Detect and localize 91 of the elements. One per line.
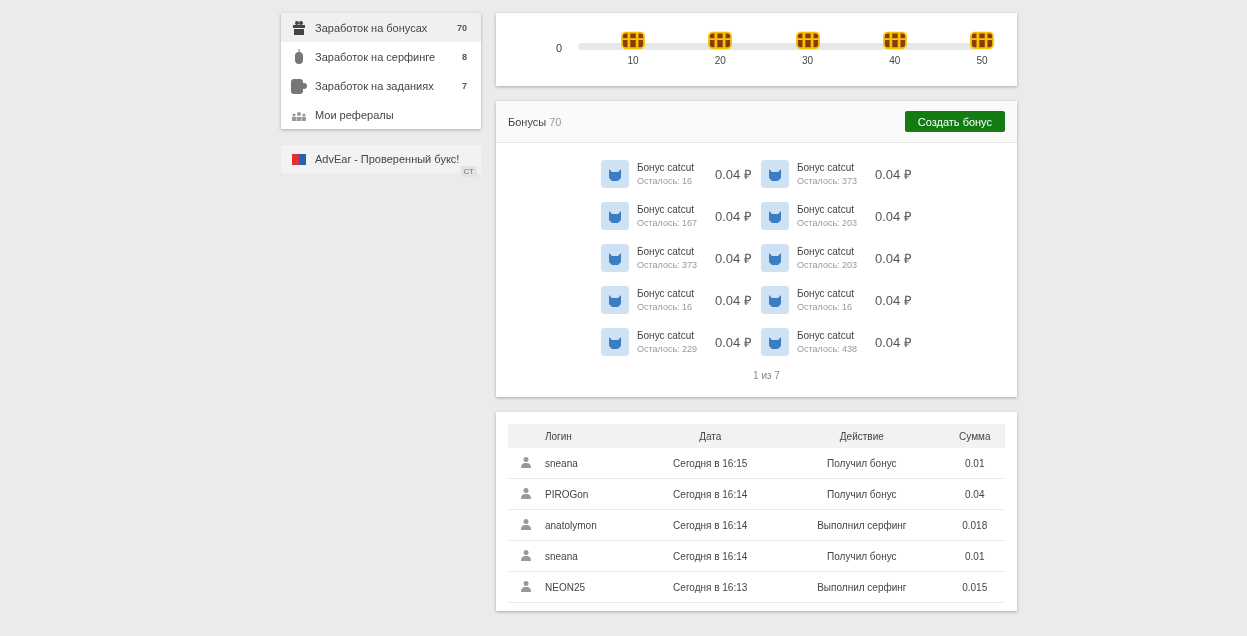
pagination-label: 1 из 7 bbox=[752, 370, 781, 381]
milestone-label: 30 bbox=[801, 55, 814, 66]
create-bonus-button[interactable]: Создать бонус bbox=[904, 111, 1005, 132]
gift-icon bbox=[291, 19, 307, 36]
bonus-price: 0.04 ₽ bbox=[715, 292, 752, 309]
cat-icon bbox=[601, 202, 629, 230]
chest-icon bbox=[706, 29, 735, 51]
bonus-remaining: Осталось: 229 bbox=[637, 344, 699, 354]
cat-icon bbox=[761, 244, 789, 272]
user-icon bbox=[520, 518, 532, 530]
table-cell: Выполнил серфинг bbox=[779, 571, 945, 603]
bonus-name[interactable]: Бонус catcut bbox=[797, 288, 867, 299]
table-cell: Получил бонус bbox=[779, 448, 945, 479]
sidebar-item[interactable]: Мои рефералы bbox=[281, 100, 481, 129]
chest-icon bbox=[968, 29, 996, 51]
bonus-remaining: Осталось: 373 bbox=[637, 260, 699, 270]
bonus-price: 0.04 ₽ bbox=[875, 166, 912, 183]
bonus-name[interactable]: Бонус catcut bbox=[797, 162, 867, 173]
milestone-label: 40 bbox=[889, 55, 901, 66]
table-cell: Сегодня в 16:13 bbox=[641, 571, 780, 603]
table-cell: 0.04 bbox=[944, 478, 1005, 510]
sidebar-item[interactable]: Заработок на серфинге 8 bbox=[281, 42, 481, 71]
bonus-price: 0.04 ₽ bbox=[715, 250, 752, 267]
table-cell: Сегодня в 16:14 bbox=[641, 509, 780, 541]
bonus-remaining: Осталось: 203 bbox=[797, 260, 859, 270]
ad-tag: СТ bbox=[460, 166, 477, 177]
column-header: Логин bbox=[544, 424, 642, 448]
bonus-remaining: Осталось: 438 bbox=[797, 344, 859, 354]
cat-icon bbox=[601, 244, 629, 272]
chest-icon bbox=[880, 29, 909, 51]
table-cell: Сегодня в 16:15 bbox=[641, 448, 780, 479]
table-cell: Сегодня в 16:14 bbox=[641, 478, 780, 510]
bonus-name[interactable]: Бонус catcut bbox=[797, 204, 867, 215]
bonus-remaining: Осталось: 16 bbox=[637, 302, 694, 312]
bonus-name[interactable]: Бонус catcut bbox=[797, 330, 867, 341]
table-cell: PIROGon bbox=[544, 478, 642, 510]
table-cell: Получил бонус bbox=[779, 540, 945, 572]
column-header: Сумма bbox=[944, 424, 1005, 448]
bonus-name[interactable]: Бонус catcut bbox=[637, 162, 707, 173]
cup-icon bbox=[291, 77, 307, 94]
table-cell: 0.01 bbox=[944, 448, 1005, 479]
user-icon bbox=[520, 549, 532, 561]
chest-icon bbox=[793, 29, 822, 51]
sidebar-item[interactable]: Заработок на бонусах 70 bbox=[281, 13, 481, 42]
bonus-price: 0.04 ₽ bbox=[875, 250, 912, 267]
table-cell: Сегодня в 16:14 bbox=[641, 540, 780, 572]
column-header: Дата bbox=[641, 424, 780, 448]
bonus-price: 0.04 ₽ bbox=[715, 166, 752, 183]
chest-icon bbox=[619, 29, 647, 51]
bonus-remaining: Осталось: 167 bbox=[637, 218, 699, 228]
user-icon bbox=[520, 580, 532, 592]
bonus-price: 0.04 ₽ bbox=[875, 334, 912, 351]
bonus-price: 0.04 ₽ bbox=[875, 292, 912, 309]
table-cell: 0.015 bbox=[944, 571, 1005, 603]
table-cell: 0.01 bbox=[944, 540, 1005, 572]
progress-start: 0 bbox=[556, 41, 564, 54]
milestone-label: 50 bbox=[976, 55, 988, 66]
bonus-remaining: Осталось: 16 bbox=[637, 176, 694, 186]
cat-icon bbox=[761, 328, 789, 356]
cat-icon bbox=[761, 160, 789, 188]
cat-icon bbox=[601, 328, 629, 356]
cat-icon bbox=[601, 160, 629, 188]
milestone-label: 20 bbox=[714, 55, 726, 66]
bonuses-title: Бонусы 70 bbox=[508, 115, 562, 128]
bonus-name[interactable]: Бонус catcut bbox=[797, 246, 867, 257]
table-cell: 0.018 bbox=[944, 509, 1005, 541]
table-cell: anatolymon bbox=[544, 509, 642, 541]
logo-icon bbox=[291, 151, 307, 167]
table-cell: sneana bbox=[544, 540, 642, 572]
column-header: Действие bbox=[779, 424, 945, 448]
bonus-name[interactable]: Бонус catcut bbox=[637, 204, 707, 215]
bonus-price: 0.04 ₽ bbox=[715, 208, 752, 225]
bonus-remaining: Осталось: 373 bbox=[797, 176, 859, 186]
bonus-name[interactable]: Бонус catcut bbox=[637, 246, 707, 257]
milestone-label: 10 bbox=[627, 55, 639, 66]
cat-icon bbox=[761, 286, 789, 314]
bonus-remaining: Осталось: 203 bbox=[797, 218, 859, 228]
cat-icon bbox=[761, 202, 789, 230]
bonus-price: 0.04 ₽ bbox=[875, 208, 912, 225]
user-icon bbox=[520, 487, 532, 499]
bonus-name[interactable]: Бонус catcut bbox=[637, 288, 707, 299]
table-cell: NEON25 bbox=[544, 571, 642, 603]
table-cell: Выполнил серфинг bbox=[779, 509, 945, 541]
bonus-price: 0.04 ₽ bbox=[715, 334, 752, 351]
user-icon bbox=[520, 456, 532, 468]
bonus-remaining: Осталось: 16 bbox=[797, 302, 854, 312]
table-cell: Получил бонус bbox=[779, 478, 945, 510]
table-cell: sneana bbox=[544, 448, 642, 479]
sidebar-item[interactable]: Заработок на заданиях 7 bbox=[281, 71, 481, 100]
cat-icon bbox=[601, 286, 629, 314]
bonus-name[interactable]: Бонус catcut bbox=[637, 330, 707, 341]
